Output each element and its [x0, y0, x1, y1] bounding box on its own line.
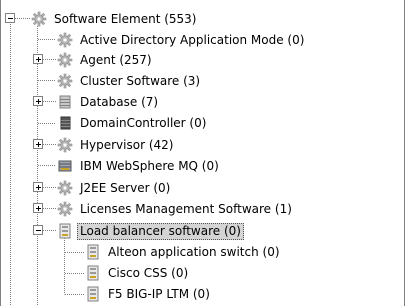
tree-node-active-directory[interactable]: Active Directory Application Mode (0): [57, 30, 307, 50]
tree-node-j2ee-server[interactable]: J2EE Server (0): [57, 178, 173, 198]
tree-node-label: Hypervisor (42): [80, 137, 174, 152]
collapse-toggle-software-element[interactable]: [5, 13, 15, 23]
tree-node-label: Active Directory Application Mode (0): [80, 32, 305, 47]
load-balancer-icon: [85, 244, 101, 260]
tree-node-alteon-application-switch[interactable]: Alteon application switch (0): [85, 242, 283, 262]
tree-node-cisco-css[interactable]: Cisco CSS (0): [85, 263, 191, 283]
expand-toggle-database[interactable]: [33, 96, 43, 106]
tree-node-hypervisor[interactable]: Hypervisor (42): [57, 135, 176, 155]
tree-node-label: J2EE Server (0): [80, 180, 171, 195]
gear-icon: [57, 201, 73, 217]
expand-toggle-hypervisor[interactable]: [33, 139, 43, 149]
load-balancer-icon: [57, 223, 73, 239]
tree-node-label: IBM WebSphere MQ (0): [80, 158, 219, 173]
gear-icon: [57, 32, 73, 48]
tree-node-licenses-management[interactable]: Licenses Management Software (1): [57, 199, 295, 219]
software-element-tree: Software Element (553) Active Directory …: [0, 0, 408, 306]
tree-node-label: Database (7): [80, 94, 159, 109]
tree-node-label: DomainController (0): [80, 115, 207, 130]
tree-node-software-element[interactable]: Software Element (553): [31, 9, 199, 29]
tree-node-label: Agent (257): [80, 52, 152, 67]
tree-node-ibm-websphere-mq[interactable]: IBM WebSphere MQ (0): [57, 156, 222, 176]
database-icon: [57, 94, 73, 110]
load-balancer-icon: [85, 265, 101, 281]
gear-icon: [31, 11, 47, 27]
expand-toggle-licenses-management[interactable]: [33, 203, 43, 213]
tree-node-load-balancer[interactable]: Load balancer software (0): [57, 221, 244, 241]
message-queue-icon: [57, 158, 73, 174]
tree-node-database[interactable]: Database (7): [57, 92, 161, 112]
tree-node-agent[interactable]: Agent (257): [57, 50, 155, 70]
load-balancer-icon: [85, 286, 101, 302]
expand-toggle-agent[interactable]: [33, 54, 43, 64]
tree-node-label: Licenses Management Software (1): [80, 201, 292, 216]
gear-icon: [57, 137, 73, 153]
tree-node-label: Load balancer software (0): [77, 222, 244, 240]
collapse-toggle-load-balancer[interactable]: [33, 225, 43, 235]
tree-node-domain-controller[interactable]: DomainController (0): [57, 113, 209, 133]
tree-node-label: Cluster Software (3): [80, 73, 201, 88]
tree-node-label: Alteon application switch (0): [108, 244, 280, 259]
tree-node-label: Software Element (553): [54, 11, 197, 26]
tree-node-label: Cisco CSS (0): [108, 265, 189, 280]
tree-node-label: F5 BIG-IP LTM (0): [108, 286, 210, 301]
expand-toggle-j2ee-server[interactable]: [33, 182, 43, 192]
gear-icon: [57, 73, 73, 89]
tree-node-cluster-software[interactable]: Cluster Software (3): [57, 71, 203, 91]
gear-icon: [57, 180, 73, 196]
gear-icon: [57, 52, 73, 68]
database-dark-icon: [57, 115, 73, 131]
tree-node-f5-big-ip-ltm[interactable]: F5 BIG-IP LTM (0): [85, 284, 213, 304]
